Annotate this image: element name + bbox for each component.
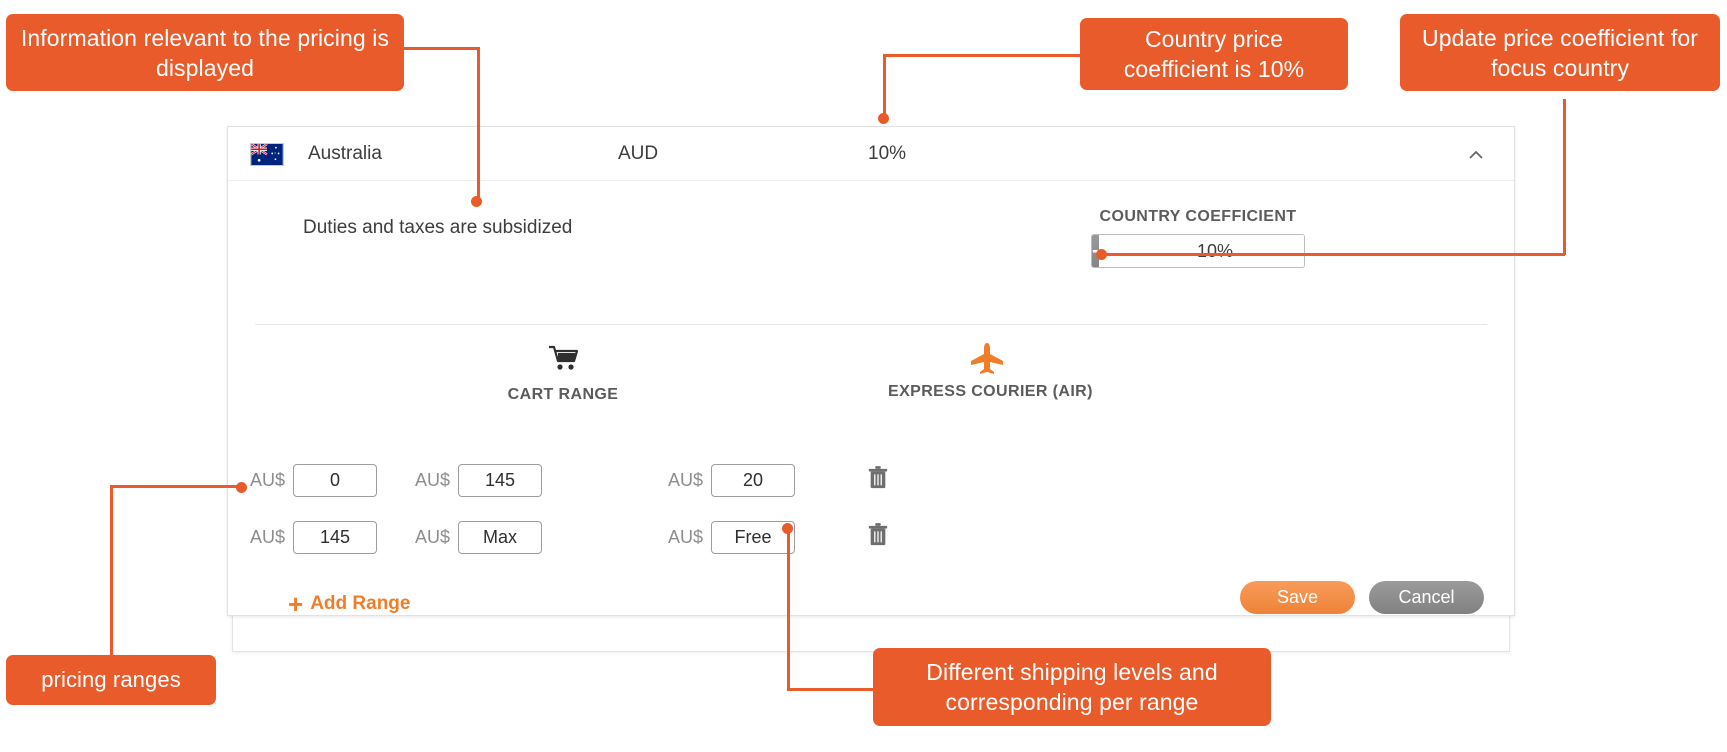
shopping-cart-icon	[503, 344, 623, 382]
cart-range-column-header: CART RANGE	[503, 344, 623, 404]
country-coefficient-group: COUNTRY COEFFICIENT - +	[1091, 208, 1305, 268]
connector-line	[787, 528, 790, 690]
cart-range-from-input-0[interactable]	[293, 464, 378, 497]
express-courier-column-header: EXPRESS COURIER (AIR)	[888, 341, 1093, 401]
cart-range-label: CART RANGE	[507, 386, 619, 403]
connector-line	[1563, 99, 1566, 255]
subsidy-note: Duties and taxes are subsidized	[303, 217, 573, 238]
connector-line	[885, 54, 1084, 57]
currency-prefix: AU$	[415, 527, 451, 547]
annotation-shipping-levels: Different shipping levels and correspond…	[873, 648, 1271, 726]
currency-prefix: AU$	[250, 470, 286, 490]
annotation-update-coefficient: Update price coefficient for focus count…	[1400, 14, 1720, 91]
express-courier-price-input-0[interactable]	[711, 464, 796, 497]
cart-range-to-input-0[interactable]	[458, 464, 543, 497]
connector-dot	[782, 523, 793, 534]
section-divider	[255, 324, 1487, 325]
cart-range-to-input-1[interactable]	[458, 521, 543, 554]
currency-code: AUD	[618, 142, 659, 164]
save-button[interactable]: Save	[1240, 581, 1355, 614]
header-coefficient-value: 10%	[868, 142, 907, 164]
plus-icon: +	[288, 589, 304, 619]
annotation-pricing-ranges: pricing ranges	[6, 655, 216, 705]
country-pricing-panel: Australia AUD 10% Duties and taxes are s…	[227, 126, 1515, 617]
currency-prefix: AU$	[668, 470, 704, 490]
connector-line	[1100, 253, 1565, 256]
connector-line	[883, 54, 886, 118]
chevron-up-icon[interactable]	[1466, 145, 1486, 165]
connector-line	[404, 47, 480, 50]
connector-line	[787, 688, 886, 691]
screenshot-root: Australia AUD 10% Duties and taxes are s…	[0, 0, 1727, 752]
cart-range-from-input-1[interactable]	[293, 521, 378, 554]
connector-dot	[1096, 249, 1107, 260]
trash-icon[interactable]	[867, 523, 889, 552]
australia-flag-icon	[250, 143, 284, 166]
connector-line	[110, 485, 241, 488]
express-courier-label: EXPRESS COURIER (AIR)	[888, 383, 1093, 400]
connector-line	[110, 485, 113, 661]
country-coefficient-stepper[interactable]: - +	[1091, 234, 1305, 268]
connector-dot	[471, 196, 482, 207]
currency-prefix: AU$	[415, 470, 451, 490]
annotation-country-price: Country price coefficient is 10%	[1080, 18, 1348, 90]
airplane-icon	[888, 341, 1088, 379]
trash-icon[interactable]	[867, 466, 889, 495]
add-range-button[interactable]: + Add Range	[288, 591, 410, 617]
connector-dot	[236, 482, 247, 493]
country-coefficient-label: COUNTRY COEFFICIENT	[1099, 208, 1297, 225]
coefficient-value-input[interactable]	[1099, 235, 1304, 267]
panel-actions: Save Cancel	[1240, 581, 1484, 614]
table-row: AU$ AU$ AU$	[228, 464, 889, 497]
next-country-row-partial[interactable]	[232, 612, 1510, 652]
add-range-label: Add Range	[310, 593, 411, 614]
country-name: Australia	[308, 142, 382, 164]
connector-dot	[878, 113, 889, 124]
annotation-info-pricing: Information relevant to the pricing is d…	[6, 14, 404, 91]
connector-line	[477, 47, 480, 201]
cancel-button[interactable]: Cancel	[1369, 581, 1484, 614]
currency-prefix: AU$	[668, 527, 704, 547]
country-header-row[interactable]: Australia AUD 10%	[228, 127, 1514, 181]
currency-prefix: AU$	[250, 527, 286, 547]
